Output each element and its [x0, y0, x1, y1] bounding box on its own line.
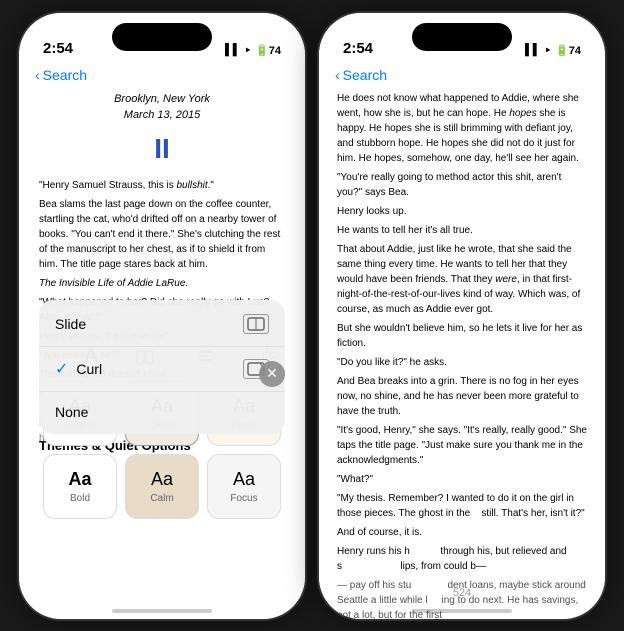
theme-focus-label: Focus [230, 493, 257, 504]
paragraph-1: "Henry Samuel Strauss, this is bullshit.… [39, 178, 285, 193]
none-label: None [55, 404, 88, 420]
theme-calm[interactable]: Aa Calm [125, 454, 199, 519]
theme-bold-aa: Aa [68, 469, 91, 490]
r-para-13: Henry runs his h through his, but reliev… [337, 544, 587, 574]
left-phone: 2:54 ▌▌ ‣ 🔋74 ‹ Search Brooklyn, New Yor… [17, 11, 307, 621]
home-indicator-left [112, 609, 212, 613]
book-text-right: He does not know what happened to Addie,… [337, 91, 587, 619]
nav-bar-left: ‹ Search [19, 63, 305, 87]
page-number: 524 [453, 587, 471, 599]
slide-label: Slide [55, 316, 86, 332]
menu-item-none[interactable]: None [39, 394, 285, 430]
status-time-left: 2:54 [43, 40, 73, 57]
r-para-1: He does not know what happened to Addie,… [337, 91, 587, 166]
r-para-12: And of course, it is. [337, 525, 587, 540]
back-button-left[interactable]: ‹ Search [35, 67, 87, 83]
home-indicator-right [412, 609, 512, 613]
r-para-2: "You're really going to method actor thi… [337, 170, 587, 200]
slide-icon [243, 314, 269, 334]
book-location: Brooklyn, New York March 13, 2015 [39, 91, 285, 124]
status-time-right: 2:54 [343, 40, 373, 57]
r-para-11: "My thesis. Remember? I wanted to do it … [337, 491, 587, 521]
theme-focus-aa: Aa [233, 469, 255, 490]
r-para-3: Henry looks up. [337, 204, 587, 219]
r-para-6: But she wouldn't believe him, so he lets… [337, 321, 587, 351]
dynamic-island-right [412, 23, 512, 51]
status-icons-right: ▌▌ ‣ 🔋74 [525, 44, 581, 57]
theme-focus[interactable]: Aa Focus [207, 454, 281, 519]
status-icons-left: ▌▌ ‣ 🔋74 [225, 44, 281, 57]
theme-bold[interactable]: Aa Bold [43, 454, 117, 519]
theme-calm-label: Calm [150, 493, 173, 504]
curl-label: Curl [76, 361, 102, 377]
right-phone: 2:54 ▌▌ ‣ 🔋74 ‹ Search He does not know … [317, 11, 607, 621]
transition-menu: Slide ✓ Curl [39, 300, 285, 434]
book-content-right: He does not know what happened to Addie,… [319, 13, 605, 619]
theme-calm-aa: Aa [151, 469, 173, 490]
r-para-8: And Bea breaks into a grin. There is no … [337, 374, 587, 419]
curl-checkmark: ✓ [55, 359, 68, 379]
chapter-number: II [39, 128, 285, 170]
r-para-10: "What?" [337, 472, 587, 487]
close-button[interactable]: ✕ [259, 361, 285, 387]
paragraph-2: Bea slams the last page down on the coff… [39, 197, 285, 272]
paragraph-3: The Invisible Life of Addie LaRue. [39, 276, 285, 291]
r-para-7: "Do you like it?" he asks. [337, 355, 587, 370]
nav-bar-right: ‹ Search [319, 63, 605, 87]
r-para-5: That about Addie, just like he wrote, th… [337, 242, 587, 317]
back-button-right[interactable]: ‹ Search [335, 67, 387, 83]
book-content-left: Brooklyn, New York March 13, 2015 II "He… [19, 13, 305, 619]
menu-item-slide[interactable]: Slide [39, 304, 285, 344]
r-para-4: He wants to tell her it's all true. [337, 223, 587, 238]
menu-item-curl[interactable]: ✓ Curl [39, 349, 285, 389]
dynamic-island-left [112, 23, 212, 51]
theme-bold-label: Bold [70, 493, 90, 504]
r-para-9: "It's good, Henry," she says. "It's real… [337, 423, 587, 468]
